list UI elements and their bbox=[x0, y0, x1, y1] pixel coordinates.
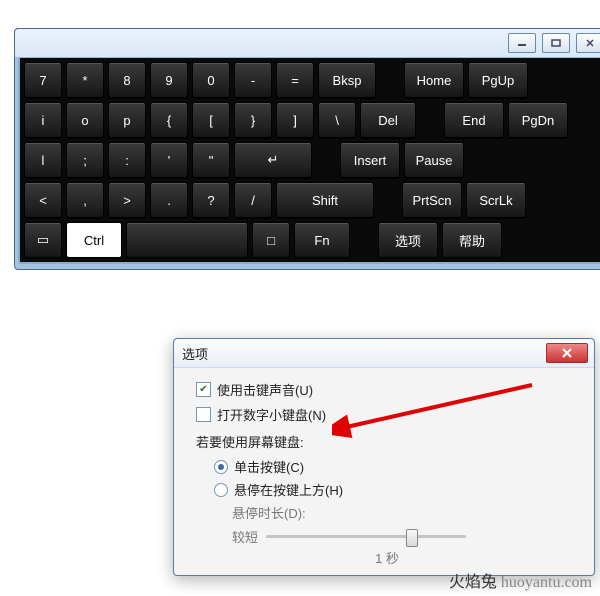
minimize-button[interactable] bbox=[508, 33, 536, 53]
key--[interactable]: 帮助 bbox=[442, 222, 502, 258]
key--[interactable]: □ bbox=[252, 222, 290, 258]
open-numpad-checkbox[interactable] bbox=[196, 407, 211, 422]
key--[interactable]: < bbox=[24, 182, 62, 218]
key--[interactable]: ↵ bbox=[234, 142, 312, 178]
hover-duration-label: 悬停时长(D): bbox=[232, 503, 578, 522]
key-pause[interactable]: Pause bbox=[404, 142, 464, 178]
key--[interactable]: ▭ bbox=[24, 222, 62, 258]
key--[interactable]: - bbox=[234, 62, 272, 98]
watermark: 火焰兔 huoyantu.com bbox=[449, 568, 592, 592]
key--[interactable]: : bbox=[108, 142, 146, 178]
key-pgdn[interactable]: PgDn bbox=[508, 102, 568, 138]
key-9[interactable]: 9 bbox=[150, 62, 188, 98]
dialog-titlebar: 选项 bbox=[174, 339, 594, 368]
key--[interactable]: } bbox=[234, 102, 272, 138]
use-click-sound-label: 使用击键声音(U) bbox=[217, 380, 313, 399]
key-insert[interactable]: Insert bbox=[340, 142, 400, 178]
use-click-sound-checkbox[interactable] bbox=[196, 382, 211, 397]
key-home[interactable]: Home bbox=[404, 62, 464, 98]
dialog-title: 选项 bbox=[182, 344, 208, 363]
key--[interactable]: 选项 bbox=[378, 222, 438, 258]
hover-duration-slider[interactable] bbox=[266, 526, 466, 546]
key-pgup[interactable]: PgUp bbox=[468, 62, 528, 98]
osk-titlebar bbox=[15, 29, 600, 58]
key-i[interactable]: i bbox=[24, 102, 62, 138]
click-keys-radio[interactable] bbox=[214, 460, 228, 474]
key--[interactable]: ' bbox=[150, 142, 188, 178]
key-7[interactable]: 7 bbox=[24, 62, 62, 98]
click-keys-label: 单击按键(C) bbox=[234, 457, 304, 476]
key-space[interactable] bbox=[126, 222, 248, 258]
key-o[interactable]: o bbox=[66, 102, 104, 138]
key-8[interactable]: 8 bbox=[108, 62, 146, 98]
onscreen-keyboard-window: 7*890-=Bksp HomePgUp iop{[}]\Del EndPgDn l;:… bbox=[14, 28, 600, 270]
key-fn[interactable]: Fn bbox=[294, 222, 350, 258]
key--[interactable]: ; bbox=[66, 142, 104, 178]
hover-keys-radio[interactable] bbox=[214, 483, 228, 497]
key-0[interactable]: 0 bbox=[192, 62, 230, 98]
key--[interactable]: , bbox=[66, 182, 104, 218]
key--[interactable]: " bbox=[192, 142, 230, 178]
osk-keys-area: 7*890-=Bksp HomePgUp iop{[}]\Del EndPgDn l;:… bbox=[18, 58, 600, 264]
usage-legend: 若要使用屏幕键盘: bbox=[196, 432, 578, 451]
key--[interactable]: . bbox=[150, 182, 188, 218]
key-del[interactable]: Del bbox=[360, 102, 416, 138]
key-shift[interactable]: Shift bbox=[276, 182, 374, 218]
key-bksp[interactable]: Bksp bbox=[318, 62, 376, 98]
hover-short-label: 较短 bbox=[232, 527, 258, 546]
key-l[interactable]: l bbox=[24, 142, 62, 178]
hover-keys-label: 悬停在按键上方(H) bbox=[234, 480, 343, 499]
key-scrlk[interactable]: ScrLk bbox=[466, 182, 526, 218]
key--[interactable]: > bbox=[108, 182, 146, 218]
key--[interactable]: = bbox=[276, 62, 314, 98]
key--[interactable]: { bbox=[150, 102, 188, 138]
key--[interactable]: * bbox=[66, 62, 104, 98]
key--[interactable]: \ bbox=[318, 102, 356, 138]
key--[interactable]: ] bbox=[276, 102, 314, 138]
key--[interactable]: [ bbox=[192, 102, 230, 138]
dialog-close-button[interactable] bbox=[546, 343, 588, 363]
hover-value: 1 秒 bbox=[196, 548, 578, 567]
close-button[interactable] bbox=[576, 33, 600, 53]
options-dialog: 选项 使用击键声音(U) 打开数字小键盘(N) 若要使用屏幕键盘: 单击按键(C… bbox=[173, 338, 595, 576]
key-ctrl[interactable]: Ctrl bbox=[66, 222, 122, 258]
key-prtscn[interactable]: PrtScn bbox=[402, 182, 462, 218]
key--[interactable]: / bbox=[234, 182, 272, 218]
key-p[interactable]: p bbox=[108, 102, 146, 138]
maximize-button[interactable] bbox=[542, 33, 570, 53]
key-end[interactable]: End bbox=[444, 102, 504, 138]
open-numpad-label: 打开数字小键盘(N) bbox=[217, 405, 326, 424]
key--[interactable]: ? bbox=[192, 182, 230, 218]
